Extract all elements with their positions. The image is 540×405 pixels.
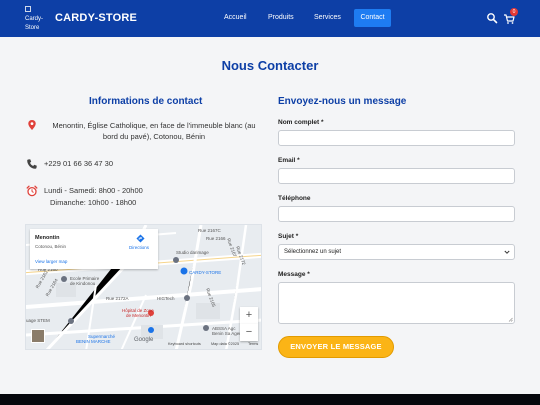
phone-number[interactable]: +229 01 66 36 47 30 (44, 158, 113, 169)
name-input[interactable] (278, 130, 515, 146)
send-message-button[interactable]: ENVOYER LE MESSAGE (278, 336, 394, 358)
map-label-school: de Kindonou (70, 281, 96, 286)
email-label: Email * (278, 157, 300, 164)
resize-grip-icon[interactable] (508, 317, 513, 322)
page-title: Nous Contacter (221, 58, 319, 73)
logo-image[interactable]: Cardy-Store (25, 6, 49, 34)
map-footer: Keyboard shortcuts Map data ©2025 Terms (26, 341, 261, 349)
phone-icon (27, 159, 37, 169)
location-pin-icon (28, 120, 36, 130)
embedded-map[interactable]: Rue 2167C Rue 2166 Rue 2167 Studio darim… (25, 224, 262, 350)
map-place-subtitle: Cotonou, Bénin (35, 244, 67, 249)
form-title: Envoyez-nous un message (278, 96, 407, 107)
terms-link[interactable]: Terms (248, 342, 258, 346)
message-label: Message * (278, 271, 310, 278)
page-footer (0, 394, 540, 405)
name-label: Nom complet * (278, 119, 324, 126)
search-icon[interactable] (486, 12, 498, 24)
map-label-higtech: HIGTech (157, 296, 175, 301)
brand-name[interactable]: CARDY-STORE (55, 12, 137, 24)
map-place-card: Menontin Cotonou, Bénin View larger map … (30, 229, 158, 269)
subject-selected-value: Sélectionnez un sujet (284, 249, 342, 255)
email-input[interactable] (278, 168, 515, 184)
zoom-in-button[interactable]: + (240, 307, 258, 324)
alarm-clock-icon (26, 185, 38, 197)
subject-select[interactable]: Sélectionnez un sujet (278, 244, 515, 260)
zoom-out-button[interactable]: − (240, 324, 258, 341)
cart-count-badge: 0 (510, 8, 518, 16)
nav-link-services[interactable]: Services (308, 9, 347, 27)
hours-sunday: Dimanche: 10h00 - 18h00 (50, 198, 137, 207)
view-larger-map-link[interactable]: View larger map (35, 259, 67, 264)
directions-icon[interactable] (136, 234, 145, 243)
map-data-text: Map data ©2025 (211, 342, 240, 346)
nav-link-contact[interactable]: Contact (354, 9, 391, 27)
map-label-street: Rue 2166 (206, 236, 226, 241)
map-label-hospital: de Menontin (126, 313, 151, 318)
map-label-studio: Studio darimage (176, 250, 209, 255)
phone-label: Téléphone (278, 195, 311, 202)
keyboard-shortcuts-link[interactable]: Keyboard shortcuts (168, 342, 201, 346)
phone-input[interactable] (278, 206, 515, 222)
map-label-street: Rue 2167C (198, 228, 221, 233)
chevron-down-icon (504, 250, 510, 254)
subject-label: Sujet * (278, 233, 299, 240)
contact-info-title: Informations de contact (89, 96, 203, 107)
map-label-school: uage STEM (26, 318, 50, 323)
nav-link-produits[interactable]: Produits (262, 9, 300, 27)
map-label-street: Rue 2172A (106, 296, 129, 301)
hours-weekday: Lundi - Samedi: 8h00 - 20h00 (44, 186, 143, 195)
navbar: Cardy-Store CARDY-STORE Accueil Produits… (0, 0, 540, 37)
message-textarea[interactable] (278, 282, 515, 324)
directions-link[interactable]: Directions (129, 245, 149, 250)
nav-link-accueil[interactable]: Accueil (218, 9, 253, 27)
map-label-store: CARDY-STORE (189, 270, 222, 275)
address-text: Menontin, Église Catholique, en face de … (52, 121, 256, 141)
map-place-name: Menontin (35, 235, 60, 241)
